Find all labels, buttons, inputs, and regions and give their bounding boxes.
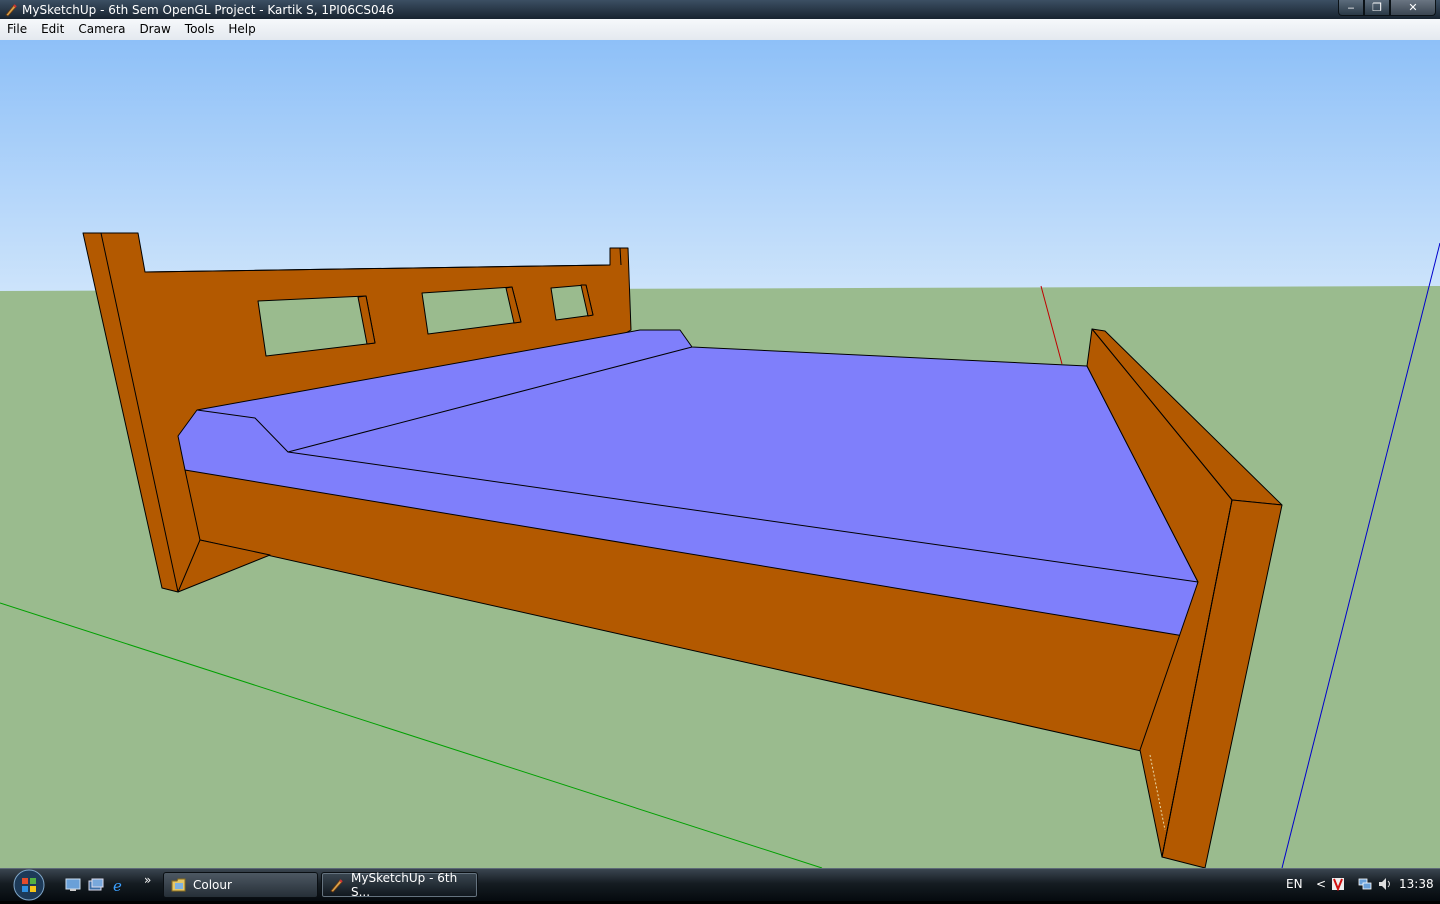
taskbar-button-colour[interactable]: Colour — [163, 872, 318, 898]
internet-explorer-icon[interactable]: e — [111, 877, 127, 895]
menu-camera[interactable]: Camera — [71, 19, 132, 40]
menu-help[interactable]: Help — [221, 19, 262, 40]
clock[interactable]: 13:38 — [1399, 877, 1434, 891]
title-bar: MySketchUp - 6th Sem OpenGL Project - Ka… — [0, 0, 1440, 19]
tray-chevron-icon[interactable]: < — [1316, 877, 1326, 891]
sky — [0, 40, 1440, 300]
network-tray-icon[interactable] — [1358, 877, 1372, 891]
menu-edit[interactable]: Edit — [34, 19, 71, 40]
start-button[interactable] — [10, 869, 48, 901]
switch-windows-icon[interactable] — [88, 878, 104, 892]
taskbar: e » Colour MySketchUp - 6th S... EN < 13… — [0, 868, 1440, 901]
volume-tray-icon[interactable] — [1378, 877, 1392, 891]
quicklaunch-overflow-icon[interactable]: » — [144, 873, 151, 887]
close-button[interactable]: ✕ — [1390, 0, 1436, 16]
sketchup-app-icon[interactable] — [4, 3, 18, 17]
taskbar-button-label: MySketchUp - 6th S... — [351, 871, 458, 899]
minimize-button[interactable]: ‒ — [1338, 0, 1364, 16]
antivirus-tray-icon[interactable] — [1331, 877, 1345, 892]
svg-text:e: e — [113, 878, 122, 892]
window-controls: ‒ ❐ ✕ — [1338, 0, 1436, 16]
taskbar-button-label: Colour — [193, 878, 232, 892]
3d-viewport[interactable] — [0, 40, 1440, 868]
menu-bar: File Edit Camera Draw Tools Help — [0, 19, 1440, 41]
menu-tools[interactable]: Tools — [178, 19, 222, 40]
sketchup-app-icon — [329, 877, 345, 893]
maximize-button[interactable]: ❐ — [1364, 0, 1390, 16]
menu-file[interactable]: File — [0, 19, 34, 40]
scene-canvas[interactable] — [0, 40, 1440, 868]
menu-draw[interactable]: Draw — [132, 19, 177, 40]
language-indicator[interactable]: EN — [1286, 877, 1303, 891]
show-desktop-icon[interactable] — [65, 878, 81, 892]
folder-icon — [171, 877, 187, 893]
window-title: MySketchUp - 6th Sem OpenGL Project - Ka… — [22, 2, 394, 17]
taskbar-button-mysketchup[interactable]: MySketchUp - 6th S... — [321, 871, 478, 899]
